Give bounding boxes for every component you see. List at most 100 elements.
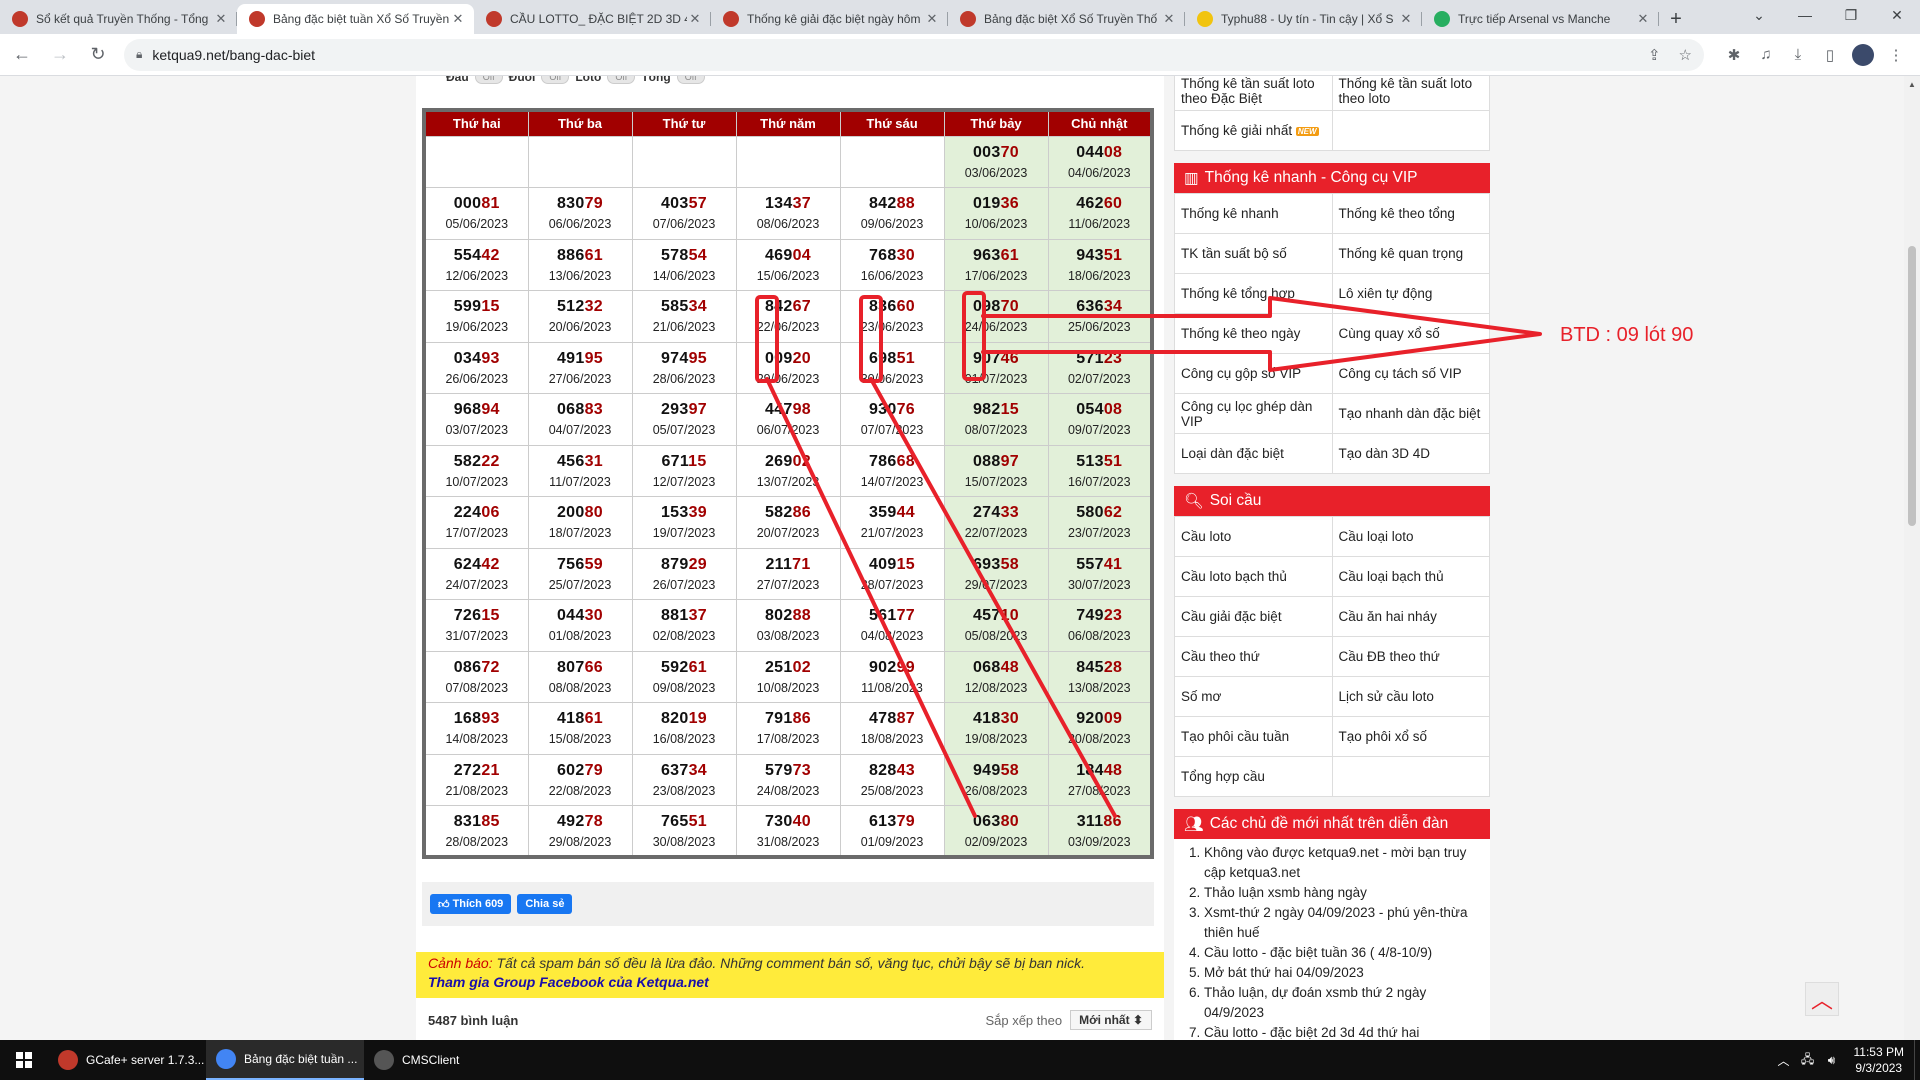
filter-dau-toggle[interactable]: Off: [474, 76, 503, 84]
bookmark-star-icon[interactable]: ☆: [1679, 46, 1692, 64]
back-to-top-button[interactable]: ︿: [1805, 982, 1839, 1016]
result-cell: 59915 19/06/2023: [423, 290, 529, 343]
menu-kebab-icon[interactable]: ⋮: [1880, 39, 1912, 71]
url-text[interactable]: ketqua9.net/bang-dac-biet: [152, 47, 1630, 63]
forum-topic-link[interactable]: Thảo luận, dự đoán xsmb thứ 2 ngày 04/9/…: [1204, 983, 1482, 1023]
filter-tong-toggle[interactable]: Off: [676, 76, 705, 84]
tab-close-icon[interactable]: ✕: [450, 11, 466, 27]
browser-tab[interactable]: CẦU LOTTO_ ĐẶC BIỆT 2D 3D 4D ✕: [474, 4, 711, 34]
address-bar[interactable]: 🔒︎ ketqua9.net/bang-dac-biet ⇪ ☆: [124, 38, 1704, 71]
forum-topic-link[interactable]: Thảo luận xsmb hàng ngày: [1204, 883, 1482, 903]
forward-button[interactable]: →: [44, 39, 76, 71]
taskbar-app[interactable]: Bảng đặc biệt tuần ...: [206, 1040, 364, 1080]
forum-topic-link[interactable]: Xsmt-thứ 2 ngày 04/09/2023 - phú yên-thừ…: [1204, 903, 1482, 943]
number-lead-digits: 272: [453, 761, 482, 779]
warning-prefix: Cảnh báo:: [428, 955, 493, 971]
filter-loto-toggle[interactable]: Off: [607, 76, 636, 84]
network-icon[interactable]: 🖧︎: [1796, 1050, 1820, 1071]
sidebar-link[interactable]: Tạo nhanh dàn đặc biệt: [1331, 393, 1490, 434]
back-button[interactable]: ←: [6, 39, 38, 71]
special-number: 57854: [633, 247, 736, 265]
sidebar-link[interactable]: Thống kê nhanh: [1174, 193, 1333, 234]
forum-topic-link[interactable]: Cầu lotto - đặc biệt 2d 3d 4d thứ hai: [1204, 1023, 1482, 1040]
sidebar-link[interactable]: Công cụ lọc ghép dàn VIP: [1174, 393, 1333, 434]
scrollbar-thumb[interactable]: [1908, 246, 1916, 526]
facebook-like-button[interactable]: 👍︎ Thích 609: [430, 894, 512, 914]
minimize-button[interactable]: —: [1782, 0, 1828, 30]
media-control-icon[interactable]: ♫: [1750, 39, 1782, 71]
browser-tab[interactable]: Trực tiếp Arsenal vs Manche ✕: [1422, 4, 1659, 34]
sidebar-link[interactable]: Cầu loto: [1174, 516, 1333, 557]
sort-select[interactable]: Mới nhất ⬍: [1070, 1010, 1152, 1030]
sidebar-link[interactable]: Số mơ: [1174, 676, 1333, 717]
sidebar-link[interactable]: Lịch sử cầu loto: [1331, 676, 1490, 717]
sidebar-link[interactable]: Thống kê theo tổng: [1331, 193, 1490, 234]
sidebar-link[interactable]: Cầu loại loto: [1331, 516, 1490, 557]
tab-search-icon[interactable]: ⌄: [1736, 0, 1782, 30]
sidebar-link[interactable]: Thống kê tần suất loto theo Đặc Biệt: [1174, 76, 1333, 111]
taskbar-app[interactable]: CMSClient: [364, 1040, 522, 1080]
tab-close-icon[interactable]: ✕: [687, 11, 703, 27]
tab-close-icon[interactable]: ✕: [1635, 11, 1651, 27]
sidebar-link[interactable]: Loại dàn đặc biệt: [1174, 433, 1333, 474]
windows-start-icon[interactable]: [0, 1040, 48, 1080]
share-icon[interactable]: ⇪: [1648, 46, 1661, 64]
tab-close-icon[interactable]: ✕: [1398, 11, 1414, 27]
sidebar-link[interactable]: Cầu ĐB theo thứ: [1331, 636, 1490, 677]
sidebar-link[interactable]: Cầu theo thứ: [1174, 636, 1333, 677]
sidebar-link[interactable]: Thống kê tần suất loto theo loto: [1331, 76, 1490, 111]
browser-tab[interactable]: Sổ kết quả Truyền Thống - Tổng ✕: [0, 4, 237, 34]
facebook-share-button[interactable]: Chia sẻ: [517, 894, 573, 914]
sidebar-link[interactable]: Thống kê theo ngày: [1174, 313, 1333, 354]
sidebar-link[interactable]: Cầu loại bạch thủ: [1331, 556, 1490, 597]
download-icon[interactable]: ⤓: [1782, 39, 1814, 71]
tab-close-icon[interactable]: ✕: [924, 11, 940, 27]
sidebar-link[interactable]: Tổng hợp cầu: [1174, 756, 1333, 797]
number-lead-digits: 579: [764, 761, 793, 779]
sidebar-link[interactable]: Tạo phôi xổ số: [1331, 716, 1490, 757]
taskbar-app[interactable]: GCafe+ server 1.7.3...: [48, 1040, 206, 1080]
side-panel-icon[interactable]: ▯: [1814, 39, 1846, 71]
close-window-button[interactable]: ✕: [1874, 0, 1920, 30]
filter-duoi-toggle[interactable]: Off: [541, 76, 570, 84]
volume-icon[interactable]: 🔊︎: [1820, 1053, 1844, 1068]
sidebar-link[interactable]: Lô xiên tự động: [1331, 273, 1490, 314]
page-scrollbar[interactable]: ▲: [1904, 76, 1920, 1040]
show-desktop-button[interactable]: [1914, 1040, 1920, 1080]
maximize-button[interactable]: ❐: [1828, 0, 1874, 30]
tray-chevron-icon[interactable]: ︿: [1772, 1052, 1796, 1069]
draw-date: 28/06/2023: [652, 371, 716, 386]
sidebar-link[interactable]: Thống kê tổng hợp: [1174, 273, 1333, 314]
browser-tab[interactable]: Bảng đặc biệt Xổ Số Truyền Thố ✕: [948, 4, 1185, 34]
system-clock[interactable]: 11:53 PM 9/3/2023: [1844, 1044, 1914, 1076]
result-cell: [631, 135, 737, 188]
sidebar-link[interactable]: Tạo phôi cầu tuần: [1174, 716, 1333, 757]
sidebar-link[interactable]: Cầu loto bạch thủ: [1174, 556, 1333, 597]
profile-avatar[interactable]: [1852, 43, 1874, 66]
sidebar-link[interactable]: Công cụ tách số VIP: [1331, 353, 1490, 394]
browser-tab[interactable]: Thống kê giải đặc biệt ngày hôm ✕: [711, 4, 948, 34]
tab-close-icon[interactable]: ✕: [1161, 11, 1177, 27]
sidebar-link[interactable]: Tạo dàn 3D 4D: [1331, 433, 1490, 474]
browser-tab[interactable]: Typhu88 - Uy tín - Tin cậy | Xổ S ✕: [1185, 4, 1422, 34]
number-tail-digits: 15: [481, 298, 500, 316]
facebook-group-link[interactable]: Tham gia Group Facebook của Ketqua.net: [428, 974, 1152, 990]
forum-topic-link[interactable]: Không vào được ketqua9.net - mời bạn tru…: [1204, 843, 1482, 883]
sidebar-link[interactable]: Cầu ăn hai nháy: [1331, 596, 1490, 637]
sidebar-link[interactable]: Thống kê giải nhất NEW: [1174, 110, 1333, 151]
sidebar-link[interactable]: Cầu giải đặc biệt: [1174, 596, 1333, 637]
sidebar-link[interactable]: TK tần suất bộ số: [1174, 233, 1333, 274]
draw-date: 29/08/2023: [548, 834, 612, 849]
scroll-up-arrow-icon[interactable]: ▲: [1908, 80, 1916, 89]
day-column-header: Thứ ba: [527, 109, 633, 137]
sidebar-link[interactable]: Cùng quay xổ số: [1331, 313, 1490, 354]
reload-button[interactable]: ↻: [82, 39, 114, 71]
sidebar-link[interactable]: Công cụ gộp số VIP: [1174, 353, 1333, 394]
new-tab-button[interactable]: +: [1659, 4, 1693, 34]
forum-topic-link[interactable]: Mở bát thứ hai 04/09/2023: [1204, 963, 1482, 983]
browser-tab[interactable]: Bảng đặc biệt tuần Xổ Số Truyền ✕: [237, 4, 474, 34]
tab-close-icon[interactable]: ✕: [213, 11, 229, 27]
sidebar-link[interactable]: Thống kê quan trọng: [1331, 233, 1490, 274]
extensions-icon[interactable]: ✱: [1718, 39, 1750, 71]
forum-topic-link[interactable]: Cầu lotto - đặc biệt tuần 36 ( 4/8-10/9): [1204, 943, 1482, 963]
